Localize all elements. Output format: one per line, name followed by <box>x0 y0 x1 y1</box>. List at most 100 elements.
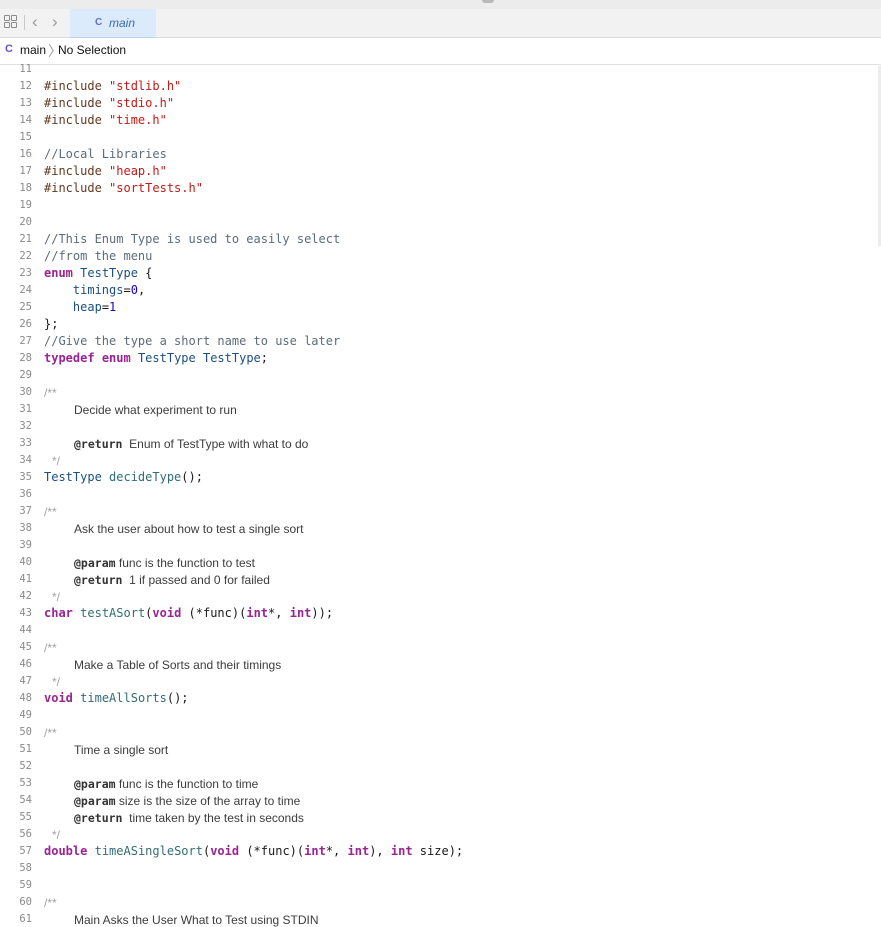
line-number: 19 <box>19 199 32 211</box>
line-number: 36 <box>19 488 32 500</box>
window-notch <box>482 0 494 3</box>
line-number: 22 <box>19 250 32 262</box>
line-number: 17 <box>19 165 32 177</box>
doc-comment-line[interactable]: Decide what experiment to run <box>74 403 237 417</box>
code-line[interactable]: TestType decideType(); <box>44 470 203 484</box>
doc-comment-line[interactable]: */ <box>52 454 60 468</box>
line-number: 12 <box>19 80 32 92</box>
breadcrumb-file[interactable]: main <box>20 43 46 57</box>
line-number: 54 <box>19 794 32 806</box>
doc-comment-line[interactable]: */ <box>52 675 60 689</box>
line-number: 53 <box>19 777 32 789</box>
line-number: 50 <box>19 726 32 738</box>
doc-comment-line[interactable]: Time a single sort <box>74 743 168 757</box>
doc-comment-line[interactable]: */ <box>52 590 60 604</box>
doc-comment-line[interactable]: @return Enum of TestType with what to do <box>74 437 308 451</box>
line-number: 14 <box>19 114 32 126</box>
doc-comment-line[interactable]: @return 1 if passed and 0 for failed <box>74 573 270 587</box>
doc-comment-line[interactable]: /** <box>44 386 57 400</box>
doc-comment-line[interactable]: /** <box>44 726 57 740</box>
code-line[interactable]: enum TestType { <box>44 266 152 280</box>
line-number: 31 <box>19 403 32 415</box>
forward-chevron-icon[interactable]: › <box>52 12 58 32</box>
line-number: 40 <box>19 556 32 568</box>
doc-comment-line[interactable]: @param func is the function to time <box>74 777 258 791</box>
line-number: 37 <box>19 505 32 517</box>
line-number: 27 <box>19 335 32 347</box>
code-line[interactable]: //from the menu <box>44 249 152 263</box>
c-file-icon: C <box>95 17 103 28</box>
doc-comment-line[interactable]: @param func is the function to test <box>74 556 255 570</box>
tab-bar: ‹ › C main <box>0 9 881 38</box>
line-number: 24 <box>19 284 32 296</box>
doc-comment-line[interactable]: /** <box>44 505 57 519</box>
tab-label: main <box>109 16 136 30</box>
line-number: 55 <box>19 811 32 823</box>
line-number: 51 <box>19 743 32 755</box>
line-number: 45 <box>19 641 32 653</box>
line-number: 57 <box>19 845 32 857</box>
line-number: 25 <box>19 301 32 313</box>
code-line[interactable]: timings=0, <box>44 283 145 297</box>
line-number: 60 <box>19 896 32 908</box>
line-number: 58 <box>19 862 32 874</box>
line-number: 30 <box>19 386 32 398</box>
code-line[interactable]: typedef enum TestType TestType; <box>44 351 268 365</box>
line-number: 34 <box>19 454 32 466</box>
line-number: 15 <box>19 131 32 143</box>
line-number: 23 <box>19 267 32 279</box>
line-number: 56 <box>19 828 32 840</box>
related-items-grid-icon[interactable] <box>4 15 17 28</box>
doc-comment-line[interactable]: Main Asks the User What to Test using ST… <box>74 913 319 927</box>
line-number: 61 <box>19 913 32 925</box>
line-number: 20 <box>19 216 32 228</box>
line-number: 35 <box>19 471 32 483</box>
toolbar-separator <box>24 15 25 30</box>
code-line[interactable]: #include "time.h" <box>44 113 167 127</box>
line-number: 49 <box>19 709 32 721</box>
code-line[interactable]: void timeAllSorts(); <box>44 691 189 705</box>
jump-bar: C main 〉 No Selection <box>0 38 881 65</box>
line-number: 41 <box>19 573 32 585</box>
doc-comment-line[interactable]: /** <box>44 896 57 910</box>
back-chevron-icon[interactable]: ‹ <box>32 12 38 32</box>
doc-comment-line[interactable]: Make a Table of Sorts and their timings <box>74 658 281 672</box>
line-number: 44 <box>19 624 32 636</box>
doc-comment-line[interactable]: @param size is the size of the array to … <box>74 794 300 808</box>
line-number: 29 <box>19 369 32 381</box>
line-number: 11 <box>19 63 32 75</box>
line-number: 13 <box>19 97 32 109</box>
code-line[interactable]: #include "stdlib.h" <box>44 79 181 93</box>
doc-comment-line[interactable]: Ask the user about how to test a single … <box>74 522 303 536</box>
line-number: 38 <box>19 522 32 534</box>
line-number: 26 <box>19 318 32 330</box>
code-line[interactable]: char testASort(void (*func)(int*, int)); <box>44 606 333 620</box>
code-line[interactable]: #include "sortTests.h" <box>44 181 203 195</box>
line-number: 42 <box>19 590 32 602</box>
code-line[interactable]: #include "heap.h" <box>44 164 167 178</box>
doc-comment-line[interactable]: */ <box>52 828 60 842</box>
line-number: 52 <box>19 760 32 772</box>
line-number: 33 <box>19 437 32 449</box>
line-number: 47 <box>19 675 32 687</box>
line-number: 48 <box>19 692 32 704</box>
line-number: 21 <box>19 233 32 245</box>
code-line[interactable]: double timeASingleSort(void (*func)(int*… <box>44 844 463 858</box>
breadcrumb-selection[interactable]: No Selection <box>58 43 126 57</box>
code-line[interactable]: //Local Libraries <box>44 147 167 161</box>
line-number: 32 <box>19 420 32 432</box>
line-number: 43 <box>19 607 32 619</box>
line-number: 18 <box>19 182 32 194</box>
code-line[interactable]: //This Enum Type is used to easily selec… <box>44 232 340 246</box>
line-number: 16 <box>19 148 32 160</box>
code-line[interactable]: }; <box>44 317 58 331</box>
doc-comment-line[interactable]: /** <box>44 641 57 655</box>
code-line[interactable]: heap=1 <box>44 300 116 314</box>
code-line[interactable]: #include "stdio.h" <box>44 96 174 110</box>
line-number: 39 <box>19 539 32 551</box>
code-line[interactable]: //Give the type a short name to use late… <box>44 334 340 348</box>
tab-main[interactable]: C main <box>70 9 156 38</box>
line-number: 59 <box>19 879 32 891</box>
doc-comment-line[interactable]: @return time taken by the test in second… <box>74 811 304 825</box>
c-file-icon: C <box>5 43 13 55</box>
